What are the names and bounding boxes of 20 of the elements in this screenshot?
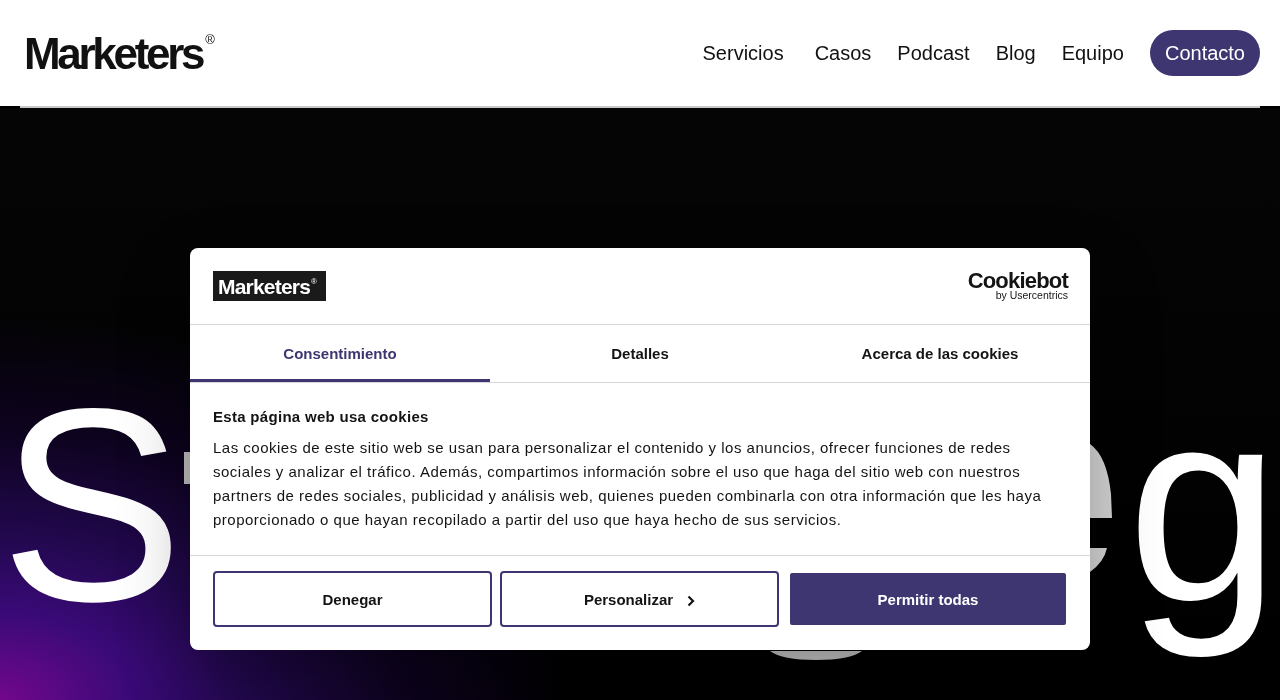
site-logo[interactable]: Marketers$^{®}$ [24, 30, 215, 76]
dialog-tab[interactable]: Consentimiento [190, 325, 490, 382]
allow-all-button[interactable]: Permitir todas [790, 573, 1066, 625]
provider-logo-text[interactable]: Cookiebot [967, 271, 1068, 290]
contact-button[interactable]: Contacto [1149, 30, 1260, 76]
hero-letter: S [0, 350, 184, 660]
nav-link[interactable]: Casos [814, 41, 872, 65]
chevron-right-icon [687, 594, 696, 607]
hero-letter: g [1127, 350, 1280, 660]
nav-link[interactable]: Podcast [897, 41, 970, 65]
nav-link[interactable]: Equipo [1061, 41, 1124, 65]
deny-button[interactable]: Denegar [213, 571, 492, 627]
letter-fragment-drawing [184, 452, 190, 484]
brand-logo: Marketers$^{®}$ [213, 271, 326, 301]
nav-link[interactable]: Servicios [702, 41, 784, 65]
provider-byline: by Usercentrics [995, 290, 1068, 301]
dialog-text: Las cookies de este sitio web se usan para personalizar el contenido y los anuncios, ofrecer funciones de redes sociales y analizar el tráfico. Además, compartimos información sobre el uso que haga del sitio web con nuestros partners de redes sociales, publicidad y análisis web, quienes pueden combinarla con otra información que les haya proporcionado o que hayan recopilado a partir del uso que haya hecho de sus servicios. [213, 438, 1043, 530]
customize-button[interactable]: Personalizar [500, 571, 779, 627]
dialog-title: Esta página web usa cookies [213, 407, 430, 427]
nav-link[interactable]: Blog [995, 41, 1036, 65]
